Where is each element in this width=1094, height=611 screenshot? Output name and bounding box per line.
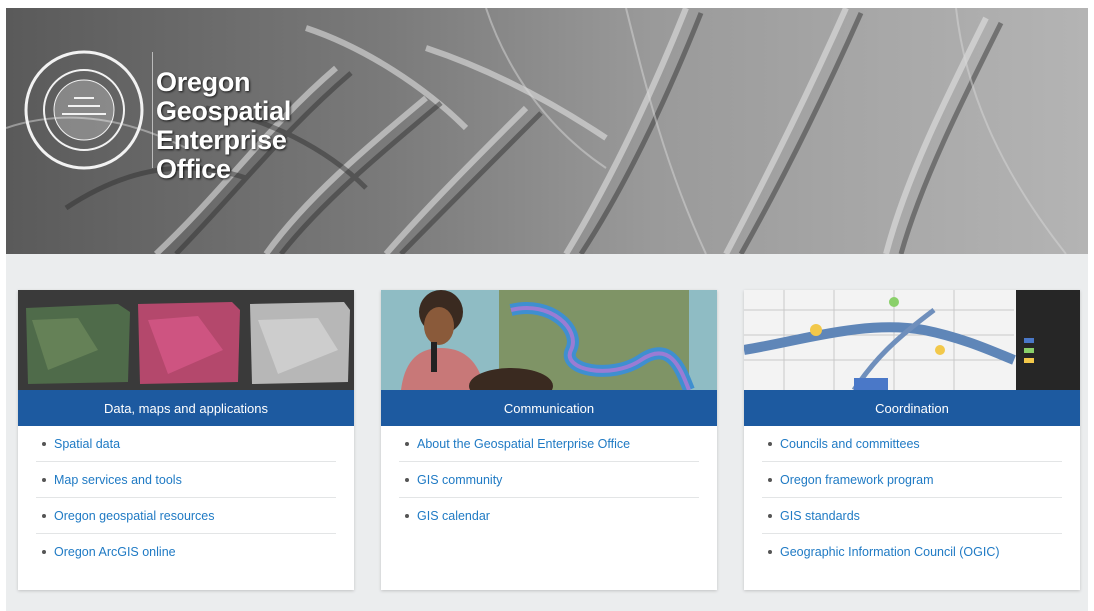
link-gis-calendar[interactable]: GIS calendar (417, 509, 490, 523)
card-title-bar[interactable]: Data, maps and applications (18, 390, 354, 426)
list-item: Oregon framework program (762, 462, 1062, 498)
card-link-list: About the Geospatial Enterprise Office G… (399, 426, 699, 533)
card-image-metro-map[interactable] (744, 290, 1080, 390)
card-title: Communication (503, 400, 595, 416)
list-item: Map services and tools (36, 462, 336, 498)
card-link-list: Spatial data Map services and tools Oreg… (36, 426, 336, 569)
list-item: Spatial data (36, 426, 336, 462)
card-image-presenter[interactable] (381, 290, 717, 390)
card-coordination: Coordination Councils and committees Ore… (744, 290, 1080, 590)
hero-banner: Oregon Geospatial Enterprise Office (6, 8, 1088, 254)
site-title-line-1: Oregon (156, 67, 251, 97)
link-councils[interactable]: Councils and committees (780, 437, 920, 451)
list-item: Councils and committees (762, 426, 1062, 462)
header-divider (152, 52, 153, 168)
link-geospatial-resources[interactable]: Oregon geospatial resources (54, 509, 215, 523)
link-map-services[interactable]: Map services and tools (54, 473, 182, 487)
card-link-list: Councils and committees Oregon framework… (762, 426, 1062, 569)
link-arcgis-online[interactable]: Oregon ArcGIS online (54, 545, 176, 559)
link-spatial-data[interactable]: Spatial data (54, 437, 120, 451)
card-title-bar[interactable]: Communication (381, 390, 717, 426)
bullet-icon (42, 549, 46, 554)
bullet-icon (405, 513, 409, 518)
link-gis-standards[interactable]: GIS standards (780, 509, 860, 523)
card-title-bar[interactable]: Coordination (744, 390, 1080, 426)
site-title[interactable]: Oregon Geospatial Enterprise Office (156, 68, 291, 184)
list-item: Oregon geospatial resources (36, 498, 336, 534)
site-title-line-3: Enterprise (156, 125, 287, 155)
bullet-icon (42, 513, 46, 518)
link-gis-community[interactable]: GIS community (417, 473, 502, 487)
bullet-icon (42, 441, 46, 446)
site-title-line-4: Office (156, 154, 231, 184)
list-item: GIS community (399, 462, 699, 498)
link-framework-program[interactable]: Oregon framework program (780, 473, 934, 487)
card-image-oregon-maps[interactable] (18, 290, 354, 390)
bullet-icon (768, 549, 772, 554)
state-seal (22, 48, 146, 172)
link-about-geo[interactable]: About the Geospatial Enterprise Office (417, 437, 630, 451)
list-item: GIS standards (762, 498, 1062, 534)
link-ogic[interactable]: Geographic Information Council (OGIC) (780, 545, 1000, 559)
card-title: Data, maps and applications (103, 400, 269, 416)
list-item: Geographic Information Council (OGIC) (762, 534, 1062, 569)
card-title: Coordination (875, 400, 949, 416)
site-title-line-2: Geospatial (156, 96, 292, 126)
card-data-maps: Data, maps and applications Spatial data… (18, 290, 354, 590)
list-item: GIS calendar (399, 498, 699, 533)
card-communication: Communication About the Geospatial Enter… (381, 290, 717, 590)
list-item: Oregon ArcGIS online (36, 534, 336, 569)
bullet-icon (768, 513, 772, 518)
bullet-icon (768, 477, 772, 482)
bullet-icon (405, 477, 409, 482)
bullet-icon (42, 477, 46, 482)
bullet-icon (405, 441, 409, 446)
bullet-icon (768, 441, 772, 446)
list-item: About the Geospatial Enterprise Office (399, 426, 699, 462)
